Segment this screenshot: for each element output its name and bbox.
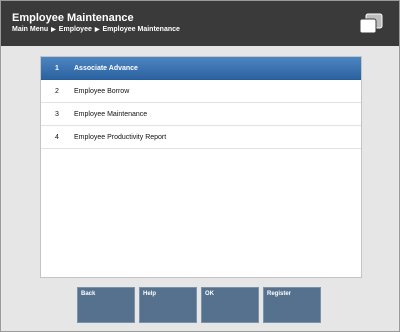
menu-list: 1 Associate Advance 2 Employee Borrow 3 … xyxy=(40,56,362,278)
breadcrumb-arrow-icon: ▶ xyxy=(94,27,100,33)
back-button-label: Back xyxy=(81,291,96,297)
register-button-label: Register xyxy=(267,291,292,297)
back-button[interactable]: Back xyxy=(77,287,135,323)
ok-button-label: OK xyxy=(205,291,214,297)
breadcrumb-employee-maintenance: Employee Maintenance xyxy=(102,26,180,33)
breadcrumb-main-menu[interactable]: Main Menu xyxy=(12,26,48,33)
app-window: Employee Maintenance Main Menu ▶ Employe… xyxy=(0,0,400,332)
button-bar: Back Help OK Register xyxy=(77,287,337,323)
menu-item-employee-borrow[interactable]: 2 Employee Borrow xyxy=(41,80,361,103)
breadcrumb: Main Menu ▶ Employee ▶ Employee Maintena… xyxy=(12,26,180,33)
help-button[interactable]: Help xyxy=(139,287,197,323)
menu-item-label: Associate Advance xyxy=(74,65,138,72)
ok-button[interactable]: OK xyxy=(201,287,259,323)
menu-item-employee-maintenance[interactable]: 3 Employee Maintenance xyxy=(41,103,361,126)
register-button[interactable]: Register xyxy=(263,287,321,323)
menu-item-label: Employee Maintenance xyxy=(74,111,148,118)
menu-item-number: 2 xyxy=(55,88,59,95)
menu-item-number: 4 xyxy=(55,134,59,141)
menu-item-associate-advance[interactable]: 1 Associate Advance xyxy=(41,57,361,80)
breadcrumb-arrow-icon: ▶ xyxy=(51,27,56,33)
menu-item-label: Employee Productivity Report xyxy=(74,134,167,141)
menu-item-label: Employee Borrow xyxy=(74,88,130,95)
menu-item-number: 1 xyxy=(55,65,59,72)
help-button-label: Help xyxy=(143,291,157,297)
windows-icon[interactable] xyxy=(358,13,384,35)
breadcrumb-employee[interactable]: Employee xyxy=(59,26,92,33)
page-title: Employee Maintenance xyxy=(12,12,134,24)
menu-item-number: 3 xyxy=(55,111,59,118)
menu-item-employee-productivity-report[interactable]: 4 Employee Productivity Report xyxy=(41,126,361,149)
header-bar: Employee Maintenance Main Menu ▶ Employe… xyxy=(1,1,399,46)
